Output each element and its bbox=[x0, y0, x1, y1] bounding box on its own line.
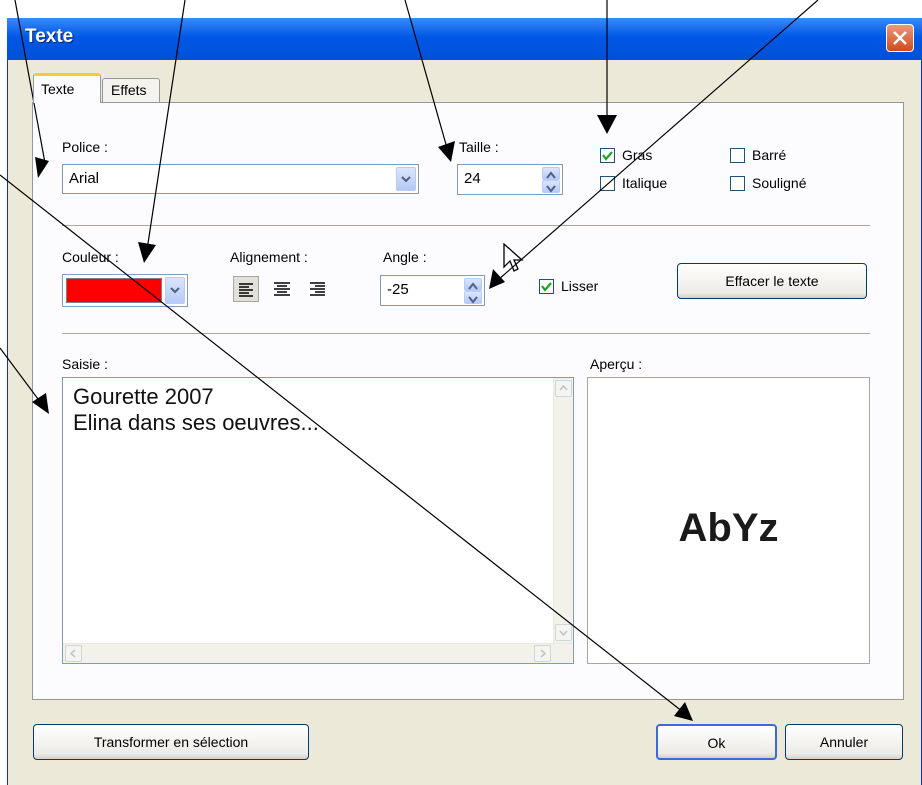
couleur-picker[interactable] bbox=[62, 274, 188, 307]
arrow-down-icon bbox=[468, 296, 478, 304]
saisie-label: Saisie : bbox=[62, 356, 108, 372]
align-center-button[interactable] bbox=[270, 276, 296, 302]
angle-spinner[interactable]: -25 bbox=[380, 275, 485, 306]
checkmark-icon bbox=[602, 151, 613, 161]
tab-texte-label: Texte bbox=[41, 81, 75, 97]
horizontal-scrollbar[interactable] bbox=[63, 643, 573, 663]
police-label: Police : bbox=[62, 139, 108, 155]
annuler-label: Annuler bbox=[819, 734, 869, 750]
angle-spin-down[interactable] bbox=[464, 291, 482, 304]
color-swatch bbox=[66, 278, 162, 303]
arrow-down-icon bbox=[546, 185, 556, 193]
mouse-cursor-icon bbox=[503, 243, 524, 272]
title-bar[interactable]: Texte bbox=[7, 18, 922, 60]
souligne-label: Souligné bbox=[752, 175, 807, 191]
align-right-button[interactable] bbox=[306, 276, 332, 302]
lisser-label: Lisser bbox=[561, 278, 599, 294]
saisie-textarea[interactable]: Gourette 2007 Elina dans ses oeuvres... bbox=[62, 377, 574, 664]
taille-value: 24 bbox=[464, 170, 481, 187]
scroll-left-button[interactable] bbox=[65, 645, 82, 662]
arrow-left-icon bbox=[69, 649, 76, 658]
taille-spin-down[interactable] bbox=[542, 180, 560, 193]
lisser-checkbox[interactable] bbox=[539, 279, 554, 294]
vertical-scrollbar[interactable] bbox=[553, 378, 573, 663]
police-dropdown-button[interactable] bbox=[396, 167, 416, 191]
apercu-preview: AbYz bbox=[587, 377, 870, 664]
chevron-down-icon bbox=[170, 287, 180, 294]
effacer-texte-label: Effacer le texte bbox=[725, 273, 819, 289]
align-center-icon bbox=[274, 282, 290, 296]
angle-label: Angle : bbox=[383, 249, 427, 265]
taille-spin-up[interactable] bbox=[542, 167, 560, 180]
divider bbox=[62, 225, 870, 227]
align-right-icon bbox=[310, 282, 325, 296]
italique-label: Italique bbox=[622, 175, 668, 191]
saisie-text: Gourette 2007 Elina dans ses oeuvres... bbox=[73, 384, 319, 435]
window-title: Texte bbox=[25, 26, 74, 47]
angle-spin-up[interactable] bbox=[464, 278, 482, 291]
alignement-label: Alignement : bbox=[230, 249, 308, 265]
tab-effets[interactable]: Effets bbox=[102, 78, 160, 102]
couleur-dropdown-button[interactable] bbox=[165, 277, 185, 304]
tab-texte[interactable]: Texte bbox=[33, 73, 101, 103]
scroll-right-button[interactable] bbox=[534, 645, 551, 662]
couleur-label: Couleur : bbox=[62, 249, 119, 265]
tab-effets-label: Effets bbox=[111, 82, 147, 98]
gras-checkbox[interactable] bbox=[600, 148, 615, 163]
annuler-button[interactable]: Annuler bbox=[785, 724, 903, 760]
police-value: Arial bbox=[69, 170, 100, 187]
arrow-down-icon bbox=[559, 630, 568, 637]
ok-label: Ok bbox=[707, 735, 726, 751]
taille-label: Taille : bbox=[459, 139, 499, 155]
divider bbox=[62, 333, 870, 335]
souligne-checkbox[interactable] bbox=[730, 176, 745, 191]
transformer-label: Transformer en sélection bbox=[93, 734, 249, 750]
italique-checkbox[interactable] bbox=[600, 176, 615, 191]
angle-value: -25 bbox=[387, 281, 409, 298]
scroll-up-button[interactable] bbox=[555, 380, 572, 397]
scroll-down-button[interactable] bbox=[555, 624, 572, 641]
arrow-up-icon bbox=[559, 384, 568, 391]
barre-label: Barré bbox=[752, 147, 787, 163]
ok-button[interactable]: Ok bbox=[656, 724, 777, 760]
barre-checkbox[interactable] bbox=[730, 148, 745, 163]
gras-label: Gras bbox=[622, 147, 653, 163]
align-left-icon bbox=[239, 283, 253, 297]
transformer-button[interactable]: Transformer en sélection bbox=[33, 724, 309, 760]
taille-spinner[interactable]: 24 bbox=[457, 164, 563, 195]
arrow-right-icon bbox=[540, 649, 547, 658]
apercu-sample: AbYz bbox=[678, 506, 779, 550]
checkmark-icon bbox=[541, 282, 552, 292]
close-icon bbox=[893, 31, 907, 45]
apercu-label: Aperçu : bbox=[590, 356, 643, 372]
effacer-texte-button[interactable]: Effacer le texte bbox=[677, 263, 867, 299]
close-button[interactable] bbox=[886, 24, 914, 52]
chevron-down-icon bbox=[401, 176, 411, 183]
police-select[interactable]: Arial bbox=[62, 164, 419, 194]
align-left-button[interactable] bbox=[233, 276, 259, 302]
